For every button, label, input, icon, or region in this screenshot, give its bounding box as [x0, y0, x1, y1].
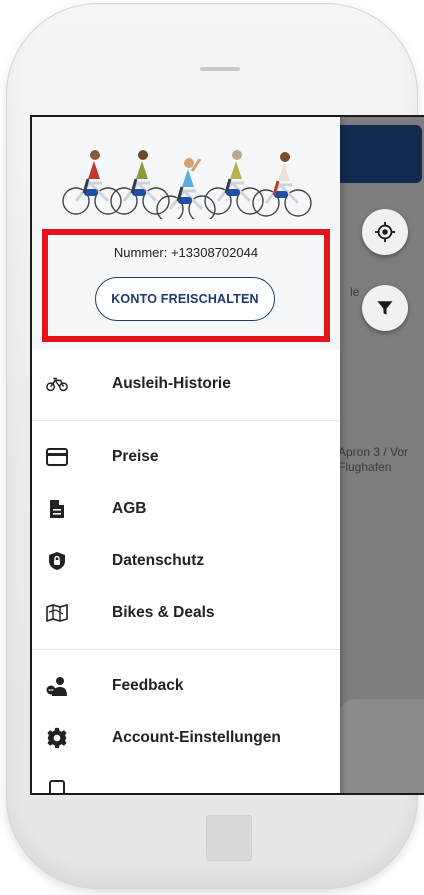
menu-item-rental-history[interactable]: Ausleih-Historie [32, 358, 340, 410]
menu-item-partial[interactable] [32, 764, 340, 793]
divider [32, 420, 340, 421]
gear-icon [46, 727, 68, 749]
drawer-menu: Ausleih-Historie Preise AGB Datenschutz … [32, 350, 340, 793]
menu-label: AGB [112, 500, 147, 517]
map-station-label: Apron 3 / Vor Flughafen [338, 445, 409, 474]
map-icon [46, 602, 68, 624]
drawer-header: Nummer: +13308702044 KONTO FREISCHALTEN [32, 117, 340, 350]
menu-item-privacy[interactable]: Datenschutz [32, 535, 340, 587]
filter-icon [377, 301, 393, 315]
credit-card-icon [46, 446, 68, 468]
shield-lock-icon [46, 550, 68, 572]
menu-item-bikes-deals[interactable]: Bikes & Deals [32, 587, 340, 639]
unlock-account-button[interactable]: KONTO FREISCHALTEN [95, 277, 275, 321]
home-button[interactable] [206, 815, 252, 861]
feedback-icon [46, 675, 68, 697]
divider [32, 649, 340, 650]
account-number: Nummer: +13308702044 [113, 245, 259, 260]
document-icon [46, 498, 68, 520]
menu-item-feedback[interactable]: Feedback [32, 660, 340, 712]
menu-item-account-settings[interactable]: Account-Einstellungen [32, 712, 340, 764]
locate-button[interactable] [362, 209, 408, 255]
crosshair-icon [374, 221, 396, 243]
app-screen: le Apron 3 / Vor Flughafen Nummer: +1330… [30, 115, 424, 795]
navigation-drawer: Nummer: +13308702044 KONTO FREISCHALTEN … [32, 117, 340, 793]
menu-item-terms[interactable]: AGB [32, 483, 340, 535]
menu-label: Datenschutz [112, 552, 205, 569]
phone-frame: le Apron 3 / Vor Flughafen Nummer: +1330… [6, 3, 424, 889]
menu-label: Preise [112, 448, 159, 465]
menu-label: Bikes & Deals [112, 604, 215, 621]
filter-button[interactable] [362, 285, 408, 331]
menu-label: Feedback [112, 677, 184, 694]
map-place-label: le [350, 285, 360, 299]
menu-item-prices[interactable]: Preise [32, 431, 340, 483]
menu-label: Account-Einstellungen [112, 729, 281, 746]
speaker-grille [200, 67, 240, 71]
cyclists-illustration [62, 150, 312, 219]
bike-icon [46, 373, 68, 395]
menu-label: Ausleih-Historie [112, 375, 231, 392]
map-bottom-sheet[interactable] [338, 699, 424, 793]
menu-item-icon [46, 779, 68, 793]
